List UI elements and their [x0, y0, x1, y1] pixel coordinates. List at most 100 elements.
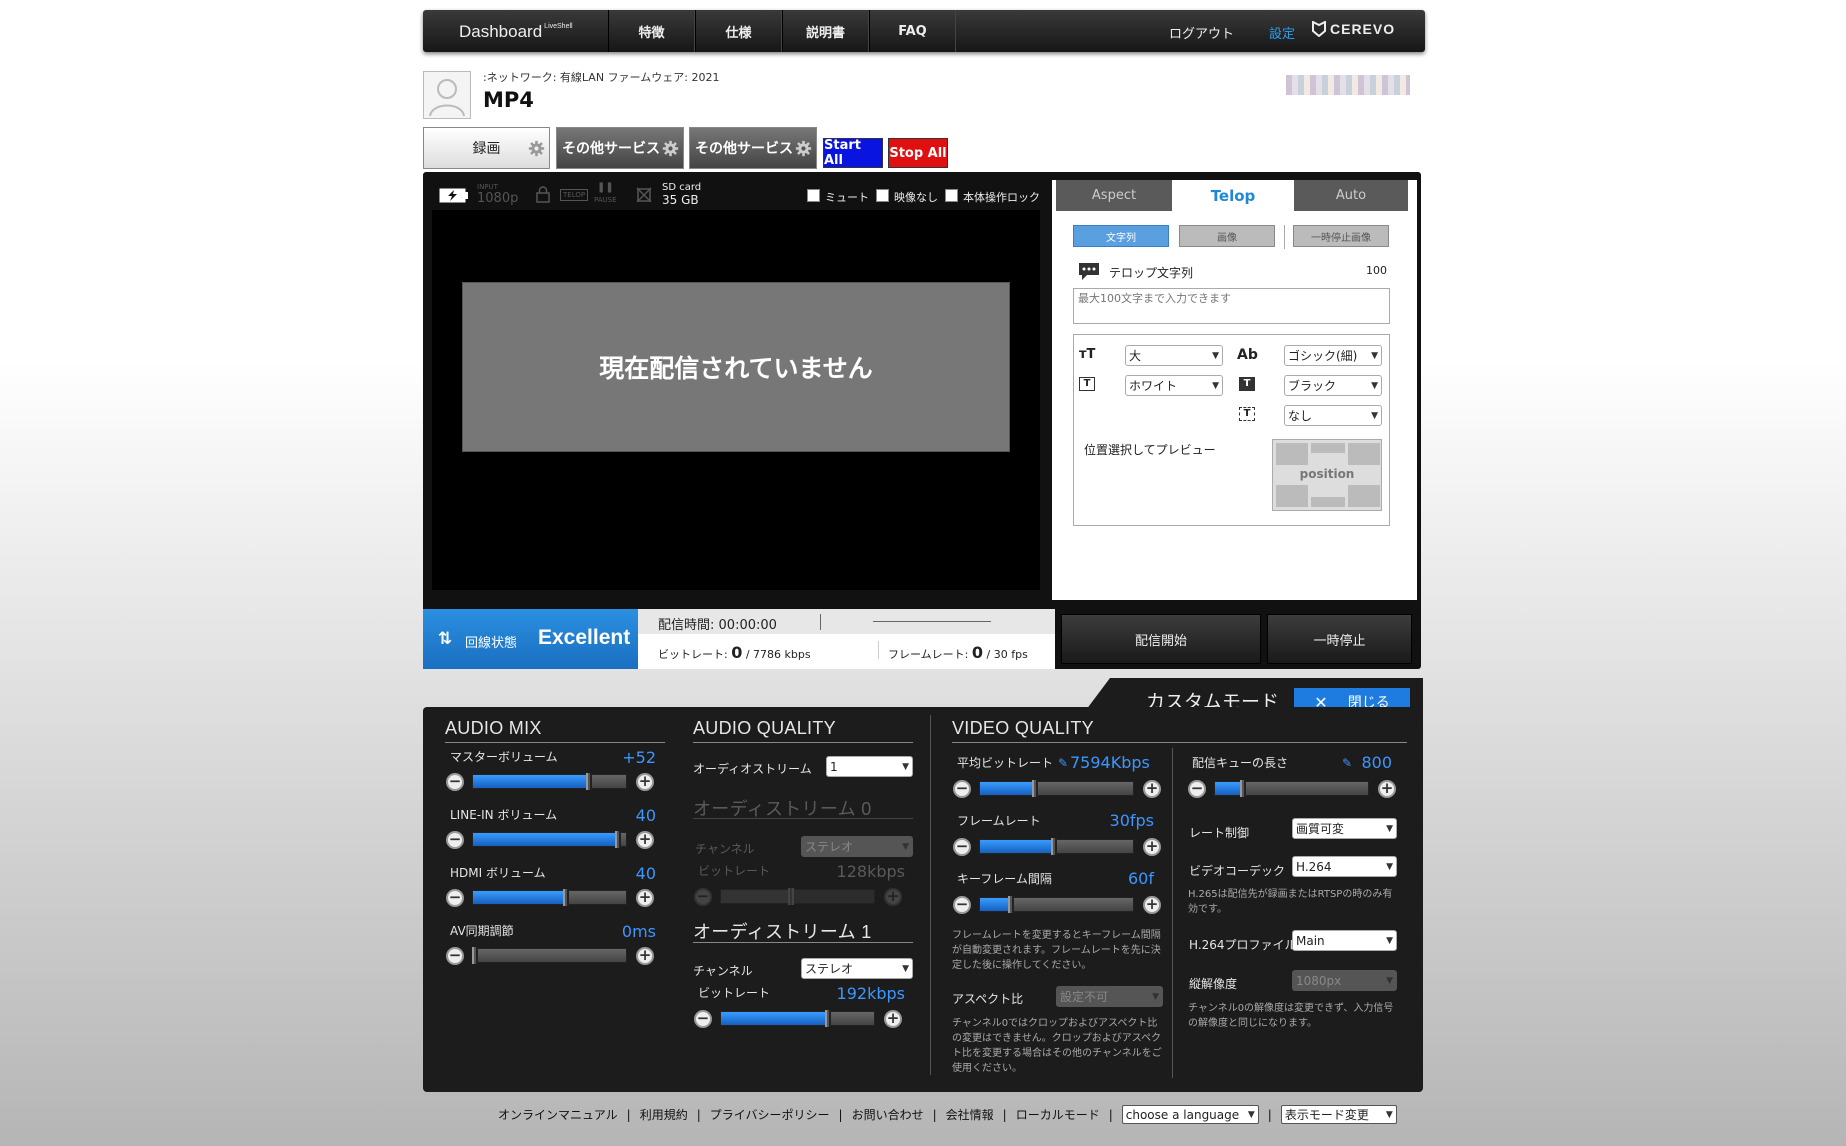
h264-profile-select[interactable]: Main ▼: [1292, 930, 1397, 951]
audio-mix-slider[interactable]: [472, 831, 627, 848]
position-bottom-center[interactable]: [1311, 497, 1345, 507]
start-all-button[interactable]: Start All: [823, 138, 883, 168]
aspect-select[interactable]: 設定不可 ▼: [1056, 986, 1163, 1007]
other-service-button-2[interactable]: その他サービス: [689, 127, 817, 169]
audio-mix-handle[interactable]: [471, 947, 478, 964]
mute-checkbox[interactable]: [807, 189, 820, 202]
queue-slider[interactable]: [1214, 780, 1369, 797]
other-service-button-1[interactable]: その他サービス: [556, 127, 684, 169]
framerate-slider[interactable]: [979, 838, 1134, 855]
video-codec-select[interactable]: H.264 ▼: [1292, 856, 1397, 877]
background-color-select[interactable]: ブラック ▼: [1284, 375, 1382, 396]
s0-bitrate-minus-button[interactable]: −: [694, 888, 712, 906]
audio-mix-minus-button[interactable]: −: [446, 947, 464, 965]
position-top-center[interactable]: [1311, 443, 1345, 453]
border-select[interactable]: なし ▼: [1284, 405, 1382, 426]
footer-link-local-mode[interactable]: ローカルモード: [1016, 1106, 1100, 1123]
nav-tab-faq[interactable]: FAQ: [869, 10, 956, 52]
position-top-left[interactable]: [1276, 443, 1308, 465]
s0-channel-select[interactable]: ステレオ ▼: [801, 836, 913, 857]
device-lock-checkbox[interactable]: [945, 189, 958, 202]
font-family-select[interactable]: ゴシック(細) ▼: [1284, 345, 1382, 366]
audio-mix-minus-button[interactable]: −: [446, 831, 464, 849]
position-top-right[interactable]: [1348, 443, 1380, 465]
audio-mix-plus-button[interactable]: +: [636, 831, 654, 849]
audio-mix-title: AUDIO MIX: [445, 718, 542, 738]
keyframe-minus-button[interactable]: −: [953, 896, 971, 914]
queue-minus-button[interactable]: −: [1188, 780, 1206, 798]
edit-pencil-icon[interactable]: ✎: [1058, 756, 1068, 770]
queue-handle[interactable]: [1239, 780, 1246, 797]
avg-bitrate-minus-button[interactable]: −: [953, 780, 971, 798]
audio-mix-plus-button[interactable]: +: [636, 889, 654, 907]
rate-control-select[interactable]: 画質可変 ▼: [1292, 818, 1397, 839]
position-bottom-left[interactable]: [1276, 485, 1308, 507]
audio-mix-minus-button[interactable]: −: [446, 773, 464, 791]
avg-bitrate-plus-button[interactable]: +: [1143, 780, 1161, 798]
tab-telop[interactable]: Telop: [1176, 180, 1290, 211]
text-color-select[interactable]: ホワイト ▼: [1125, 375, 1223, 396]
position-bottom-right[interactable]: [1348, 485, 1380, 507]
audio-stream-select[interactable]: 1 ▼: [826, 756, 913, 777]
footer-link-contact[interactable]: お問い合わせ: [852, 1106, 924, 1123]
keyframe-slider[interactable]: [979, 896, 1134, 913]
footer-link-terms[interactable]: 利用規約: [640, 1106, 688, 1123]
s1-bitrate-handle[interactable]: [825, 1010, 832, 1027]
stop-all-button[interactable]: Stop All: [888, 138, 948, 168]
audio-mix-plus-button[interactable]: +: [636, 947, 654, 965]
font-size-select[interactable]: 大 ▼: [1125, 345, 1223, 366]
display-mode-select[interactable]: 表示モード変更 ▼: [1280, 1105, 1397, 1124]
subtab-pause-image[interactable]: 一時停止画像: [1293, 225, 1389, 247]
logout-link[interactable]: ログアウト: [1169, 23, 1234, 42]
s0-bitrate-slider[interactable]: [720, 888, 875, 905]
settings-link[interactable]: 設定: [1269, 23, 1295, 42]
audio-mix-slider[interactable]: [471, 947, 627, 964]
footer-link-manual[interactable]: オンラインマニュアル: [498, 1106, 618, 1123]
footer-link-company[interactable]: 会社情報: [946, 1106, 994, 1123]
gear-icon[interactable]: [528, 140, 545, 157]
telop-text-input[interactable]: [1073, 288, 1390, 324]
audio-mix-minus-button[interactable]: −: [446, 889, 464, 907]
s1-channel-select[interactable]: ステレオ ▼: [801, 958, 913, 979]
nav-tab-manual[interactable]: 説明書: [782, 10, 869, 52]
audio-mix-handle[interactable]: [615, 831, 622, 848]
s1-bitrate-slider[interactable]: [720, 1010, 875, 1027]
tab-aspect[interactable]: Aspect: [1056, 180, 1172, 211]
vertical-resolution-select[interactable]: 1080px ▼: [1292, 970, 1397, 991]
audio-mix-handle[interactable]: [586, 773, 593, 790]
audio-mix-plus-button[interactable]: +: [636, 773, 654, 791]
dashboard-logo[interactable]: Dashboard LiveShell: [459, 22, 573, 42]
keyframe-handle[interactable]: [1007, 896, 1014, 913]
nav-tab-features[interactable]: 特徴: [608, 10, 695, 52]
framerate-plus-button[interactable]: +: [1143, 838, 1161, 856]
audio-mix-slider[interactable]: [472, 773, 627, 790]
queue-plus-button[interactable]: +: [1378, 780, 1396, 798]
framerate-handle[interactable]: [1050, 838, 1057, 855]
s1-bitrate-minus-button[interactable]: −: [694, 1010, 712, 1028]
record-label: 録画: [472, 141, 501, 157]
framerate-minus-button[interactable]: −: [953, 838, 971, 856]
pause-stream-button[interactable]: 一時停止: [1267, 614, 1412, 664]
language-select[interactable]: choose a language ▼: [1121, 1105, 1259, 1124]
gear-icon[interactable]: [795, 140, 812, 157]
s0-bitrate-handle[interactable]: [788, 888, 795, 905]
s1-bitrate-plus-button[interactable]: +: [884, 1010, 902, 1028]
subtab-text[interactable]: 文字列: [1073, 225, 1169, 247]
audio-mix-slider[interactable]: [472, 889, 627, 906]
gear-icon[interactable]: [662, 140, 679, 157]
no-video-checkbox[interactable]: [876, 189, 889, 202]
avg-bitrate-slider[interactable]: [979, 780, 1134, 797]
start-stream-button[interactable]: 配信開始: [1061, 614, 1261, 664]
edit-pencil-icon[interactable]: ✎: [1342, 756, 1352, 770]
position-selector[interactable]: position: [1272, 439, 1382, 511]
keyframe-plus-button[interactable]: +: [1143, 896, 1161, 914]
audio-mix-handle[interactable]: [563, 889, 570, 906]
record-service-button[interactable]: 録画: [423, 127, 550, 169]
s0-bitrate-plus-button[interactable]: +: [884, 888, 902, 906]
tab-auto[interactable]: Auto: [1294, 180, 1408, 211]
subtab-image[interactable]: 画像: [1179, 225, 1275, 247]
avg-bitrate-handle[interactable]: [1032, 780, 1039, 797]
bitrate-max: / 7786 kbps: [745, 648, 811, 661]
nav-tab-specs[interactable]: 仕様: [695, 10, 782, 52]
footer-link-privacy[interactable]: プライバシーポリシー: [710, 1106, 830, 1123]
